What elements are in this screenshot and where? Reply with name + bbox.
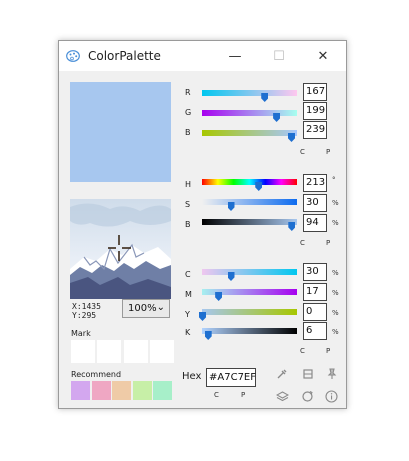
close-button[interactable]: ✕ bbox=[301, 41, 345, 71]
r-label: R bbox=[185, 88, 191, 97]
recommend-swatch[interactable] bbox=[71, 381, 90, 400]
cmyk-paste-button[interactable]: P bbox=[326, 347, 330, 355]
g-slider-thumb[interactable] bbox=[273, 113, 281, 122]
screen-picker-magnifier[interactable] bbox=[70, 199, 171, 299]
palette-app-icon bbox=[66, 50, 80, 62]
rgb-copy-button[interactable]: C bbox=[300, 148, 305, 156]
hex-value-field[interactable]: #A7C7EF bbox=[206, 368, 256, 387]
mark-slot[interactable] bbox=[124, 340, 148, 363]
hex-copy-button[interactable]: C bbox=[214, 391, 219, 399]
mark-slot[interactable] bbox=[97, 340, 121, 363]
s-label: S bbox=[185, 200, 191, 209]
r-value-field[interactable]: 167 bbox=[303, 83, 327, 101]
g-label: G bbox=[185, 108, 192, 117]
c-slider-thumb[interactable] bbox=[227, 272, 235, 281]
rgb-paste-button[interactable]: P bbox=[326, 148, 330, 156]
info-icon[interactable] bbox=[324, 389, 338, 403]
recommend-swatch[interactable] bbox=[132, 381, 152, 400]
recommend-swatch[interactable] bbox=[91, 381, 111, 400]
r-slider-track[interactable] bbox=[202, 90, 297, 96]
zoom-value: 100% bbox=[128, 303, 157, 314]
m-slider-thumb[interactable] bbox=[215, 292, 223, 301]
bright-label: B bbox=[185, 220, 191, 229]
y-slider-thumb[interactable] bbox=[199, 312, 206, 321]
recommend-swatch[interactable] bbox=[112, 381, 131, 400]
hsb-paste-button[interactable]: P bbox=[326, 239, 330, 247]
y-unit: % bbox=[332, 309, 339, 317]
layers-icon[interactable] bbox=[275, 389, 289, 403]
window-title: ColorPalette bbox=[88, 49, 161, 63]
screenshot-icon[interactable] bbox=[301, 367, 315, 381]
bright-slider-track[interactable] bbox=[202, 219, 297, 225]
c-value-field[interactable]: 30 bbox=[303, 263, 327, 281]
b-slider-thumb[interactable] bbox=[288, 133, 295, 142]
b-slider-track[interactable] bbox=[202, 130, 297, 136]
mark-label: Mark bbox=[71, 329, 91, 338]
zoom-select[interactable]: 100% ⌄ bbox=[122, 299, 170, 318]
hex-paste-button[interactable]: P bbox=[241, 391, 245, 399]
s-slider-thumb[interactable] bbox=[227, 202, 235, 211]
h-label: H bbox=[185, 180, 192, 189]
eyedropper-icon[interactable] bbox=[275, 367, 289, 381]
h-slider-track[interactable] bbox=[202, 179, 297, 185]
chevron-down-icon: ⌄ bbox=[156, 302, 165, 313]
m-unit: % bbox=[332, 289, 339, 297]
pin-icon[interactable] bbox=[325, 367, 339, 381]
recommend-swatch[interactable] bbox=[153, 381, 172, 400]
s-value-field[interactable]: 30 bbox=[303, 194, 327, 212]
mark-slot[interactable] bbox=[150, 340, 174, 363]
bright-unit: % bbox=[332, 219, 339, 227]
c-label: C bbox=[185, 270, 191, 279]
maximize-button[interactable]: ☐ bbox=[257, 41, 301, 71]
h-unit: ° bbox=[332, 176, 336, 184]
h-value-field[interactable]: 213 bbox=[303, 174, 327, 192]
b-label: B bbox=[185, 128, 191, 137]
k-value-field[interactable]: 6 bbox=[303, 322, 327, 340]
cursor-y-readout: Y:295 bbox=[72, 311, 97, 320]
c-slider-track[interactable] bbox=[202, 269, 297, 275]
b-value-field[interactable]: 239 bbox=[303, 121, 327, 139]
s-unit: % bbox=[332, 199, 339, 207]
c-unit: % bbox=[332, 269, 339, 277]
mark-slot[interactable] bbox=[71, 340, 95, 363]
r-slider-thumb[interactable] bbox=[261, 93, 269, 102]
colorpalette-window: ColorPalette — ☐ ✕ X:1435 Y:295 100% ⌄ M… bbox=[58, 40, 347, 409]
recommend-label: Recommend bbox=[71, 370, 122, 379]
k-slider-thumb[interactable] bbox=[204, 331, 212, 340]
bright-slider-thumb[interactable] bbox=[288, 222, 296, 231]
h-slider-thumb[interactable] bbox=[255, 182, 263, 191]
k-unit: % bbox=[332, 328, 339, 336]
m-label: M bbox=[185, 290, 192, 299]
k-label: K bbox=[185, 328, 191, 337]
cmyk-copy-button[interactable]: C bbox=[300, 347, 305, 355]
hsb-copy-button[interactable]: C bbox=[300, 239, 305, 247]
bright-value-field[interactable]: 94 bbox=[303, 214, 327, 232]
k-slider-track[interactable] bbox=[202, 328, 297, 334]
title-bar[interactable]: ColorPalette — ☐ ✕ bbox=[59, 41, 346, 71]
y-label: Y bbox=[185, 310, 190, 319]
minimize-button[interactable]: — bbox=[213, 41, 257, 71]
color-preview-swatch bbox=[70, 82, 171, 182]
hex-label: Hex bbox=[182, 371, 202, 382]
y-slider-track[interactable] bbox=[202, 309, 297, 315]
y-value-field[interactable]: 0 bbox=[303, 303, 327, 321]
s-slider-track[interactable] bbox=[202, 199, 297, 205]
refresh-icon[interactable] bbox=[300, 389, 314, 403]
g-value-field[interactable]: 199 bbox=[303, 102, 327, 120]
m-value-field[interactable]: 17 bbox=[303, 283, 327, 301]
g-slider-track[interactable] bbox=[202, 110, 297, 116]
